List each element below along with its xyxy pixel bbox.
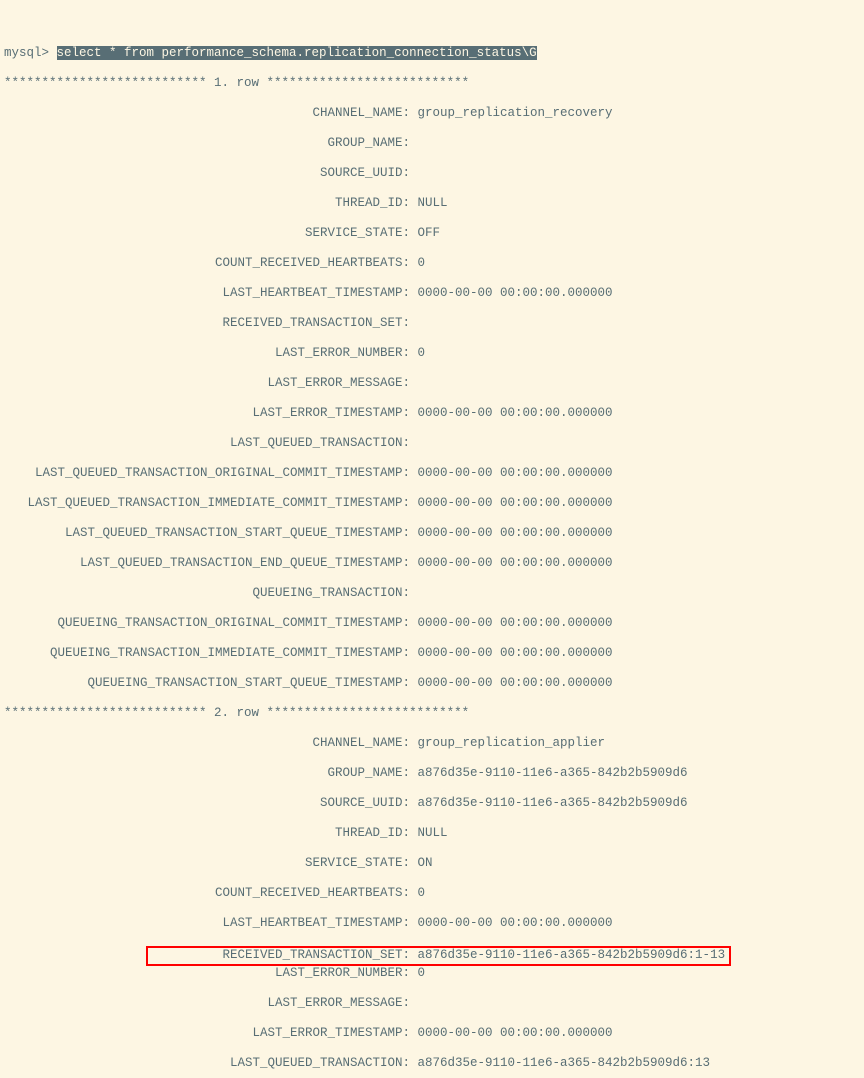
field-label: QUEUEING_TRANSACTION_ORIGINAL_COMMIT_TIM… <box>4 616 410 631</box>
result-row: SOURCE_UUID: a876d35e-9110-11e6-a365-842… <box>4 796 860 811</box>
field-value: group_replication_applier <box>418 736 606 751</box>
row-separator-2: *************************** 2. row *****… <box>4 706 860 721</box>
field-value: NULL <box>418 196 448 211</box>
field-label: LAST_ERROR_NUMBER: <box>4 966 410 981</box>
field-label: LAST_ERROR_TIMESTAMP: <box>4 1026 410 1041</box>
result-row: GROUP_NAME: <box>4 136 860 151</box>
field-label: QUEUEING_TRANSACTION_START_QUEUE_TIMESTA… <box>4 676 410 691</box>
field-label: GROUP_NAME: <box>4 766 410 781</box>
field-value: a876d35e-9110-11e6-a365-842b2b5909d6 <box>418 766 688 781</box>
field-label: LAST_QUEUED_TRANSACTION: <box>4 1056 410 1071</box>
field-label: RECEIVED_TRANSACTION_SET: <box>4 316 410 331</box>
field-label: SERVICE_STATE: <box>4 856 410 871</box>
field-value: 0 <box>418 256 426 271</box>
result-row: LAST_HEARTBEAT_TIMESTAMP: 0000-00-00 00:… <box>4 286 860 301</box>
field-label: COUNT_RECEIVED_HEARTBEATS: <box>4 256 410 271</box>
field-value: OFF <box>418 226 441 241</box>
result-row: QUEUEING_TRANSACTION_IMMEDIATE_COMMIT_TI… <box>4 646 860 661</box>
highlighted-row: RECEIVED_TRANSACTION_SET: a876d35e-9110-… <box>146 946 731 966</box>
row-separator-1: *************************** 1. row *****… <box>4 76 860 91</box>
result-row: CHANNEL_NAME: group_replication_applier <box>4 736 860 751</box>
result-row: SERVICE_STATE: ON <box>4 856 860 871</box>
field-label: RECEIVED_TRANSACTION_SET: <box>152 948 410 963</box>
result-row: COUNT_RECEIVED_HEARTBEATS: 0 <box>4 886 860 901</box>
field-label: SOURCE_UUID: <box>4 166 410 181</box>
mysql-prompt[interactable]: mysql> <box>4 46 57 60</box>
result-row: QUEUEING_TRANSACTION_ORIGINAL_COMMIT_TIM… <box>4 616 860 631</box>
field-label: COUNT_RECEIVED_HEARTBEATS: <box>4 886 410 901</box>
field-value: 0000-00-00 00:00:00.000000 <box>418 676 613 691</box>
field-label: QUEUEING_TRANSACTION_IMMEDIATE_COMMIT_TI… <box>4 646 410 661</box>
field-label: LAST_ERROR_MESSAGE: <box>4 996 410 1011</box>
result-row: QUEUEING_TRANSACTION_START_QUEUE_TIMESTA… <box>4 676 860 691</box>
result-row: LAST_ERROR_TIMESTAMP: 0000-00-00 00:00:0… <box>4 1026 860 1041</box>
field-label: CHANNEL_NAME: <box>4 106 410 121</box>
result-row: LAST_QUEUED_TRANSACTION: <box>4 436 860 451</box>
result-row: LAST_QUEUED_TRANSACTION_IMMEDIATE_COMMIT… <box>4 496 860 511</box>
field-label: THREAD_ID: <box>4 196 410 211</box>
result-row: LAST_ERROR_TIMESTAMP: 0000-00-00 00:00:0… <box>4 406 860 421</box>
result-row: LAST_ERROR_NUMBER: 0 <box>4 346 860 361</box>
field-value: a876d35e-9110-11e6-a365-842b2b5909d6:13 <box>418 1056 711 1071</box>
result-row: LAST_QUEUED_TRANSACTION_END_QUEUE_TIMEST… <box>4 556 860 571</box>
field-label: QUEUEING_TRANSACTION: <box>4 586 410 601</box>
field-label: LAST_ERROR_NUMBER: <box>4 346 410 361</box>
result-row: THREAD_ID: NULL <box>4 826 860 841</box>
field-label: THREAD_ID: <box>4 826 410 841</box>
field-label: LAST_QUEUED_TRANSACTION_END_QUEUE_TIMEST… <box>4 556 410 571</box>
result-row: CHANNEL_NAME: group_replication_recovery <box>4 106 860 121</box>
sql-query[interactable]: select * from performance_schema.replica… <box>57 46 537 60</box>
result-row: SOURCE_UUID: <box>4 166 860 181</box>
field-value: 0 <box>418 966 426 981</box>
field-value: 0000-00-00 00:00:00.000000 <box>418 406 613 421</box>
result-row: THREAD_ID: NULL <box>4 196 860 211</box>
field-label: LAST_HEARTBEAT_TIMESTAMP: <box>4 916 410 931</box>
field-label: LAST_QUEUED_TRANSACTION_ORIGINAL_COMMIT_… <box>4 466 410 481</box>
field-value: NULL <box>418 826 448 841</box>
field-value: 0000-00-00 00:00:00.000000 <box>418 466 613 481</box>
result-row: LAST_HEARTBEAT_TIMESTAMP: 0000-00-00 00:… <box>4 916 860 931</box>
field-value: group_replication_recovery <box>418 106 613 121</box>
field-label: LAST_QUEUED_TRANSACTION: <box>4 436 410 451</box>
result-row: RECEIVED_TRANSACTION_SET: <box>4 316 860 331</box>
field-value: 0000-00-00 00:00:00.000000 <box>418 286 613 301</box>
field-label: LAST_ERROR_MESSAGE: <box>4 376 410 391</box>
result-row: COUNT_RECEIVED_HEARTBEATS: 0 <box>4 256 860 271</box>
field-value: 0000-00-00 00:00:00.000000 <box>418 556 613 571</box>
result-row: LAST_ERROR_MESSAGE: <box>4 996 860 1011</box>
result-row: SERVICE_STATE: OFF <box>4 226 860 241</box>
field-label: CHANNEL_NAME: <box>4 736 410 751</box>
result-row: QUEUEING_TRANSACTION: <box>4 586 860 601</box>
field-label: SOURCE_UUID: <box>4 796 410 811</box>
result-row: LAST_ERROR_NUMBER: 0 <box>4 966 860 981</box>
result-row: LAST_QUEUED_TRANSACTION: a876d35e-9110-1… <box>4 1056 860 1071</box>
field-value: ON <box>418 856 433 871</box>
mysql-prompt-line: mysql> select * from performance_schema.… <box>4 46 860 61</box>
field-value: 0 <box>418 886 426 901</box>
result-row: LAST_ERROR_MESSAGE: <box>4 376 860 391</box>
field-value: 0000-00-00 00:00:00.000000 <box>418 496 613 511</box>
field-value: 0000-00-00 00:00:00.000000 <box>418 1026 613 1041</box>
result-row: LAST_QUEUED_TRANSACTION_ORIGINAL_COMMIT_… <box>4 466 860 481</box>
field-value: 0000-00-00 00:00:00.000000 <box>418 916 613 931</box>
field-label: LAST_ERROR_TIMESTAMP: <box>4 406 410 421</box>
field-value: 0000-00-00 00:00:00.000000 <box>418 646 613 661</box>
field-label: LAST_QUEUED_TRANSACTION_IMMEDIATE_COMMIT… <box>4 496 410 511</box>
field-label: LAST_HEARTBEAT_TIMESTAMP: <box>4 286 410 301</box>
field-value: a876d35e-9110-11e6-a365-842b2b5909d6 <box>418 796 688 811</box>
field-value: 0 <box>418 346 426 361</box>
field-value: a876d35e-9110-11e6-a365-842b2b5909d6:1-1… <box>418 948 726 963</box>
field-value: 0000-00-00 00:00:00.000000 <box>418 616 613 631</box>
result-row: GROUP_NAME: a876d35e-9110-11e6-a365-842b… <box>4 766 860 781</box>
field-label: SERVICE_STATE: <box>4 226 410 241</box>
field-label: GROUP_NAME: <box>4 136 410 151</box>
